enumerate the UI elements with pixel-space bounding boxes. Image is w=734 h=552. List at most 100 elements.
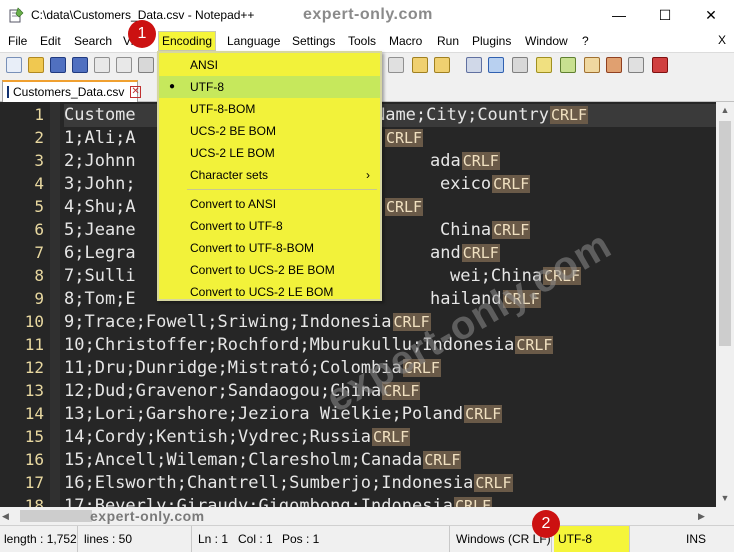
close-file-icon[interactable] xyxy=(94,57,110,73)
menu-run[interactable]: Run xyxy=(437,33,459,49)
status-column: Col : 1 xyxy=(238,532,273,546)
scroll-up-icon[interactable]: ▲ xyxy=(716,102,734,119)
scroll-right-icon[interactable]: ▶ xyxy=(698,507,714,525)
menu-language[interactable]: Language xyxy=(227,33,280,49)
vertical-scrollbar[interactable]: ▲ ▼ xyxy=(716,102,734,507)
status-lines: lines : 50 xyxy=(80,526,192,552)
document-map-icon[interactable] xyxy=(560,57,576,73)
new-file-icon[interactable] xyxy=(6,57,22,73)
line-number: 13 xyxy=(24,381,44,400)
code-line[interactable]: 13;Lori;Garshore;Jeziora Wielkie;Poland C… xyxy=(64,403,503,426)
encoding-menu-label: Convert to ANSI xyxy=(190,197,277,211)
folder-as-workspace-icon[interactable] xyxy=(606,57,622,73)
encoding-menu-label: Convert to UTF-8-BOM xyxy=(190,241,315,255)
menu-tools[interactable]: Tools xyxy=(348,33,376,49)
zoom-icon[interactable] xyxy=(388,57,404,73)
encoding-menu-label: Convert to UTF-8 xyxy=(190,219,283,233)
print-icon[interactable] xyxy=(138,57,154,73)
encoding-menu-item[interactable]: Convert to UCS-2 LE BOM xyxy=(159,281,380,303)
code-text: 8;Tom;E xyxy=(64,289,136,309)
crlf-marker: CRLF xyxy=(492,221,531,239)
code-text: 5;Jeane xyxy=(64,220,136,240)
menu-edit[interactable]: Edit xyxy=(40,33,61,49)
code-text-tail: China xyxy=(439,220,492,240)
line-number: 12 xyxy=(24,358,44,377)
menu-help[interactable]: ? xyxy=(582,33,589,49)
checked-bullet-icon: ● xyxy=(169,81,176,92)
encoding-menu-item[interactable]: UCS-2 LE BOM xyxy=(159,142,380,164)
open-folder-icon[interactable] xyxy=(28,57,44,73)
code-line[interactable]: 16;Elsworth;Chantrell;Sumberjo;Indonesia… xyxy=(64,472,513,495)
save-icon[interactable] xyxy=(50,57,66,73)
encoding-menu-item[interactable]: Convert to UTF-8-BOM xyxy=(159,237,380,259)
status-length: length : 1,752 xyxy=(0,526,78,552)
crlf-marker: CRLF xyxy=(372,428,411,446)
close-document-button[interactable]: X xyxy=(718,33,726,47)
menu-settings[interactable]: Settings xyxy=(292,33,335,49)
crlf-marker: CRLF xyxy=(384,198,424,216)
close-all-icon[interactable] xyxy=(116,57,132,73)
menu-search[interactable]: Search xyxy=(74,33,112,49)
line-number: 1 xyxy=(34,105,44,124)
word-wrap-icon[interactable] xyxy=(466,57,482,73)
encoding-menu-item[interactable]: UTF-8-BOM xyxy=(159,98,380,120)
menu-file[interactable]: File xyxy=(8,33,27,49)
encoding-menu-item[interactable]: Character sets › xyxy=(159,164,380,186)
code-line[interactable]: 15;Ancell;Wileman;Claresholm;Canada CRLF xyxy=(64,449,462,472)
tab-customers-data[interactable]: Customers_Data.csv ✕ xyxy=(2,80,141,102)
code-text: 15;Ancell;Wileman;Claresholm;Canada xyxy=(64,450,423,470)
tab-close-icon[interactable]: ✕ xyxy=(130,86,141,98)
user-language-icon[interactable] xyxy=(536,57,552,73)
sync-horizontal-icon[interactable] xyxy=(434,57,450,73)
line-number: 17 xyxy=(24,473,44,492)
encoding-menu-item[interactable]: Convert to ANSI xyxy=(159,193,380,215)
encoding-menu-label: Convert to UCS-2 BE BOM xyxy=(190,263,335,277)
code-line[interactable]: 17;Beverly;Giraudy;Gigombong;Indonesia CR… xyxy=(64,495,493,507)
tab-label: Customers_Data.csv xyxy=(13,85,125,99)
line-number: 5 xyxy=(34,197,44,216)
indent-guide-icon[interactable] xyxy=(512,57,528,73)
vertical-scroll-thumb[interactable] xyxy=(719,121,731,346)
close-window-button[interactable]: ✕ xyxy=(688,0,734,30)
code-text: 13;Lori;Garshore;Jeziora Wielkie;Poland xyxy=(64,404,464,424)
status-encoding[interactable]: UTF-8 xyxy=(554,526,630,552)
function-list-icon[interactable] xyxy=(584,57,600,73)
maximize-button[interactable]: ☐ xyxy=(642,0,688,30)
encoding-menu-item[interactable]: UCS-2 BE BOM xyxy=(159,120,380,142)
show-all-characters-icon[interactable] xyxy=(488,57,504,73)
status-insert-mode[interactable]: INS xyxy=(682,526,734,552)
menu-macro[interactable]: Macro xyxy=(389,33,422,49)
code-text-tail: ada xyxy=(429,151,461,171)
step-2-callout: 2 xyxy=(532,510,560,538)
minimize-icon: — xyxy=(612,7,626,23)
encoding-menu-item[interactable]: ● UTF-8 xyxy=(159,76,380,98)
horizontal-scroll-thumb[interactable] xyxy=(20,510,92,522)
line-number: 15 xyxy=(24,427,44,446)
code-line[interactable]: 9;Trace;Fowell;Sriwing;Indonesia CRLF xyxy=(64,311,431,334)
code-text: 1;Ali;A xyxy=(64,128,136,148)
encoding-menu-item[interactable]: Convert to UTF-8 xyxy=(159,215,380,237)
horizontal-scrollbar[interactable]: ◀ expert-only.com ▶ xyxy=(0,507,716,525)
minimize-button[interactable]: — xyxy=(596,0,642,30)
encoding-menu-item[interactable]: Convert to UCS-2 BE BOM xyxy=(159,259,380,281)
sync-vertical-icon[interactable] xyxy=(412,57,428,73)
menu-encoding[interactable]: Encoding xyxy=(158,31,217,51)
scroll-left-icon[interactable]: ◀ xyxy=(2,507,18,525)
encoding-menu-label: UCS-2 BE BOM xyxy=(190,124,277,138)
crlf-marker: CRLF xyxy=(423,451,462,469)
code-text-tail: and xyxy=(429,243,461,263)
code-text: 6;Legra xyxy=(64,243,136,263)
menu-window[interactable]: Window xyxy=(525,33,568,49)
monitoring-icon[interactable] xyxy=(628,57,644,73)
menu-plugins[interactable]: Plugins xyxy=(472,33,511,49)
save-all-icon[interactable] xyxy=(72,57,88,73)
code-line[interactable]: 14;Cordy;Kentish;Vydrec;Russia CRLF xyxy=(64,426,411,449)
code-text: 16;Elsworth;Chantrell;Sumberjo;Indonesia xyxy=(64,473,474,493)
code-text: 9;Trace;Fowell;Sriwing;Indonesia xyxy=(64,312,392,332)
crlf-marker: CRLF xyxy=(461,244,500,262)
encoding-menu-item[interactable]: ANSI xyxy=(159,54,380,76)
scroll-down-icon[interactable]: ▼ xyxy=(716,490,734,507)
watermark-top: expert-only.com xyxy=(303,6,433,23)
record-macro-icon[interactable] xyxy=(652,57,668,73)
code-text: 3;John; xyxy=(64,174,136,194)
